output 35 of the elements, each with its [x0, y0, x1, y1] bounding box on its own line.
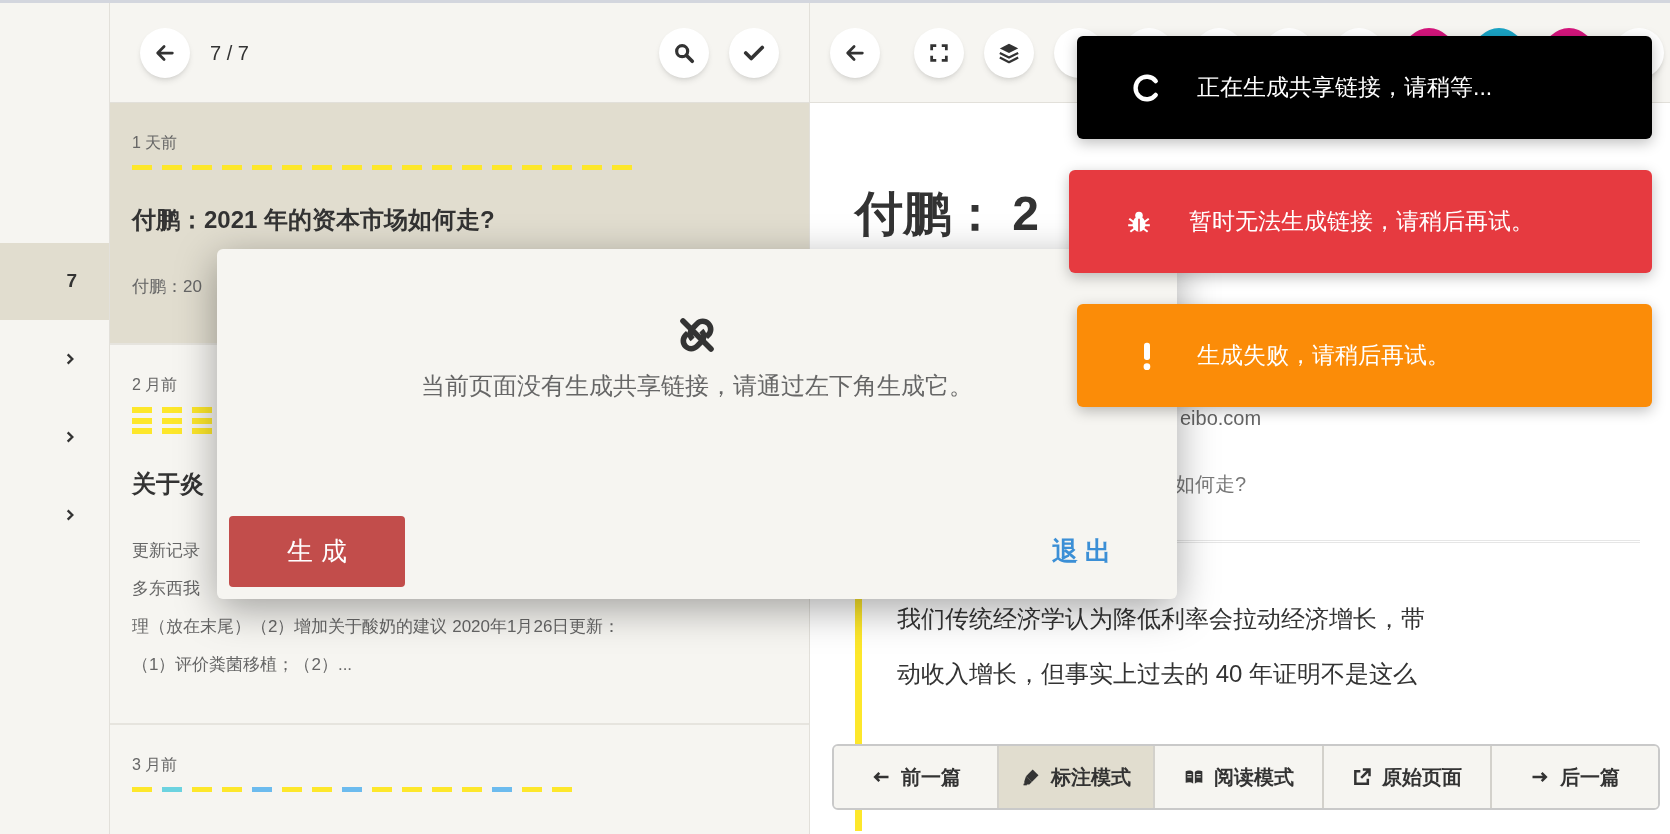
- sidebar-item[interactable]: 7: [0, 243, 109, 320]
- search-button[interactable]: [659, 27, 709, 78]
- highlighter-icon: [1021, 767, 1041, 787]
- back-button[interactable]: [830, 27, 880, 78]
- layers-button[interactable]: [984, 27, 1034, 78]
- card-title: 关于炎: [132, 469, 204, 499]
- card-title: 付鹏：2021 年的资本市场如何走?: [132, 205, 495, 235]
- toast-message: 暂时无法生成链接，请稍后再试。: [1189, 207, 1534, 237]
- toolbar-button[interactable]: 后一篇: [1490, 746, 1658, 808]
- card-time: 2 月前: [132, 375, 178, 395]
- fullscreen-icon: [928, 41, 950, 64]
- fullscreen-button[interactable]: [914, 27, 964, 78]
- card-excerpt-line: 理（放在末尾）（2）增加关于酸奶的建议 2020年1月26日更新：: [132, 616, 621, 638]
- card-excerpt-line: 更新记录: [132, 540, 200, 562]
- layers-icon: [998, 41, 1020, 64]
- toolbar-button[interactable]: 标注模式: [997, 746, 1153, 808]
- back-button[interactable]: [140, 27, 190, 78]
- search-icon: [673, 41, 695, 64]
- card-time: 3 月前: [132, 755, 178, 775]
- source-link[interactable]: eibo.com: [1180, 403, 1262, 433]
- card-excerpt-line: 多东西我: [132, 578, 200, 600]
- page-counter: 7 / 7: [210, 40, 249, 66]
- article-title: 付鹏： 2: [855, 186, 1040, 242]
- card-excerpt-line: （1）评价粪菌移植；（2）...: [132, 654, 353, 676]
- article-subtitle: 如何走?: [1175, 472, 1247, 497]
- generate-button[interactable]: 生 成: [229, 516, 405, 587]
- card-excerpt-line: 付鹏：20: [132, 276, 202, 298]
- exclamation-icon: [1143, 341, 1151, 370]
- check-button[interactable]: [729, 27, 779, 78]
- external-link-icon: [1352, 767, 1372, 787]
- article-paragraph: 我们传统经济学认为降低利率会拉动经济增长，带 动收入增长，但事实上过去的 40 年证明不是这么: [897, 604, 1425, 689]
- toast-message: 正在生成共享链接，请稍等...: [1197, 73, 1493, 103]
- card-time: 1 天前: [132, 133, 178, 153]
- toast-message: 生成失败，请稍后再试。: [1197, 341, 1450, 371]
- dialog-message: 当前页面没有生成共享链接，请通过左下角生成它。: [421, 371, 973, 401]
